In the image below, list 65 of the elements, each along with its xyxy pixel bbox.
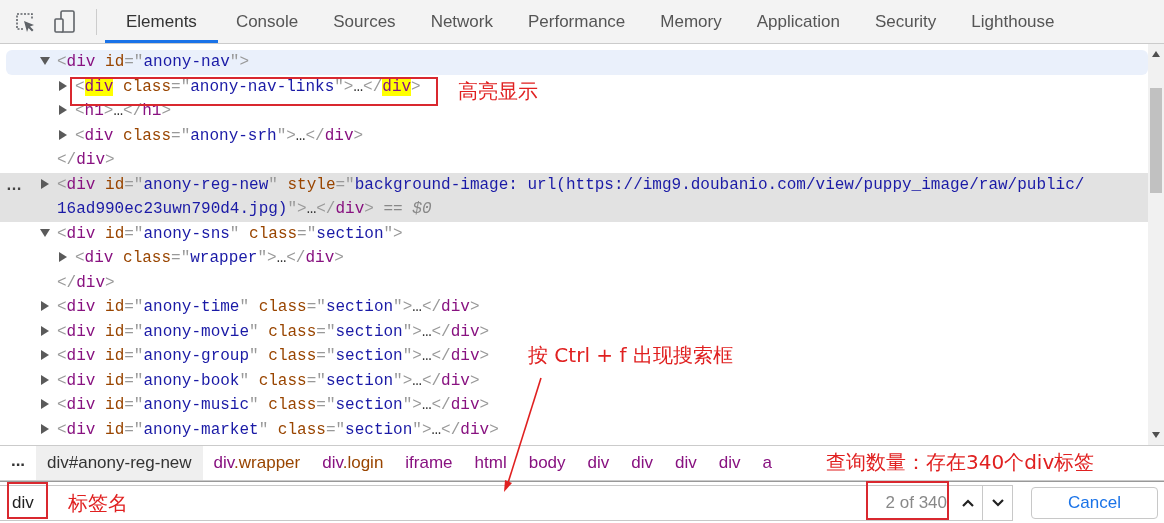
breadcrumb-item[interactable]: div.login [311, 446, 395, 480]
scroll-down-icon[interactable] [1151, 431, 1161, 439]
collapse-triangle-icon[interactable] [40, 423, 50, 434]
html-node[interactable]: </div> [57, 270, 115, 295]
breadcrumb-item[interactable]: div [576, 446, 621, 480]
annotation-note: 查询数量：存在340个div标签 [826, 449, 1095, 476]
panel-tab[interactable]: Sources [315, 0, 413, 43]
scroll-thumb[interactable] [1150, 88, 1162, 193]
annotation-note: 标签名 [68, 490, 128, 517]
collapse-triangle-icon[interactable] [40, 399, 50, 409]
html-node[interactable]: <div id="anony-music" class="section">…</div> [57, 393, 490, 418]
collapse-triangle-icon[interactable] [40, 178, 50, 189]
panel-tab[interactable]: Console [217, 0, 316, 43]
inspect-icon[interactable] [14, 10, 36, 33]
html-node[interactable]: </div> [57, 148, 115, 173]
breadcrumb-item[interactable]: html [463, 446, 518, 480]
cancel-button[interactable]: Cancel [1031, 487, 1158, 519]
breadcrumb-item[interactable]: a [751, 446, 783, 480]
chevron-down-icon [991, 499, 1004, 507]
html-node[interactable]: <div class="wrapper">…</div> [75, 246, 344, 271]
device-icon[interactable] [54, 9, 76, 34]
html-node[interactable]: <div class="anony-srh">…</div> [75, 123, 364, 148]
breadcrumb-item[interactable]: div [664, 446, 708, 480]
html-node[interactable]: <div id="anony-group" class="section">…</div> [57, 344, 490, 369]
panel-tab[interactable]: Security [856, 0, 954, 43]
html-node[interactable]: <div id="anony-market" class="section">…</div> [57, 417, 499, 442]
scrollbar[interactable] [1148, 44, 1164, 445]
breadcrumb-item[interactable]: body [517, 446, 577, 480]
breadcrumb-item[interactable]: iframe [394, 446, 464, 480]
collapse-triangle-icon[interactable] [58, 252, 68, 262]
annotation-note: 按 Ctrl + f 出现搜索框 [528, 342, 733, 369]
panel-tab[interactable]: Elements [105, 0, 218, 43]
collapse-triangle-icon[interactable] [58, 105, 68, 115]
panel-tab[interactable]: Application [738, 0, 857, 43]
expand-triangle-icon[interactable] [40, 227, 50, 238]
html-node[interactable]: <div id="anony-sns" class="section"> [57, 221, 403, 246]
breadcrumb-item[interactable]: div#anony-reg-new [36, 446, 203, 480]
panel-tab[interactable]: Network [412, 0, 510, 43]
collapse-triangle-icon[interactable] [40, 350, 50, 360]
breadcrumb-item[interactable]: div [707, 446, 752, 480]
expand-triangle-icon[interactable] [40, 56, 50, 66]
html-node[interactable]: <div id="anony-reg-new" style="background-image: url(https://img9.doubanio.com/view/puppy_image/raw/public/16ad990ec23uwn790d4.jpg)">…</div> == $0 [57, 172, 1088, 222]
previous-match-button[interactable] [953, 485, 983, 521]
collapse-triangle-icon[interactable] [58, 80, 68, 91]
annotation-frame [7, 482, 48, 519]
scroll-up-icon[interactable] [1151, 50, 1161, 58]
html-node[interactable]: <div id="anony-movie" class="section">…</div> [57, 319, 490, 344]
html-node[interactable]: <div id="anony-nav"> [57, 50, 250, 75]
breadcrumb-item[interactable]: div [620, 446, 665, 480]
panel-tab[interactable]: Lighthouse [953, 0, 1072, 43]
html-node[interactable]: <div id="anony-time" class="section">…</div> [57, 295, 480, 320]
collapse-triangle-icon[interactable] [58, 129, 68, 140]
panel-tab[interactable]: Memory [642, 0, 739, 43]
collapse-triangle-icon[interactable] [40, 374, 50, 385]
collapse-triangle-icon[interactable] [40, 301, 50, 311]
chevron-up-icon [961, 499, 974, 507]
more-icon[interactable]: … [6, 172, 22, 197]
next-match-button[interactable] [983, 485, 1013, 521]
html-node[interactable]: <div id="anony-book" class="section">…</div> [57, 368, 480, 393]
html-node[interactable]: <div class="anony-nav-links">…</div> [75, 74, 421, 99]
annotation-note: 高亮显示 [458, 78, 538, 105]
collapse-triangle-icon[interactable] [40, 325, 50, 336]
breadcrumb-item[interactable]: div.wrapper [202, 446, 312, 480]
breadcrumb-overflow[interactable]: ... [0, 446, 36, 480]
panel-tab[interactable]: Performance [510, 0, 643, 43]
